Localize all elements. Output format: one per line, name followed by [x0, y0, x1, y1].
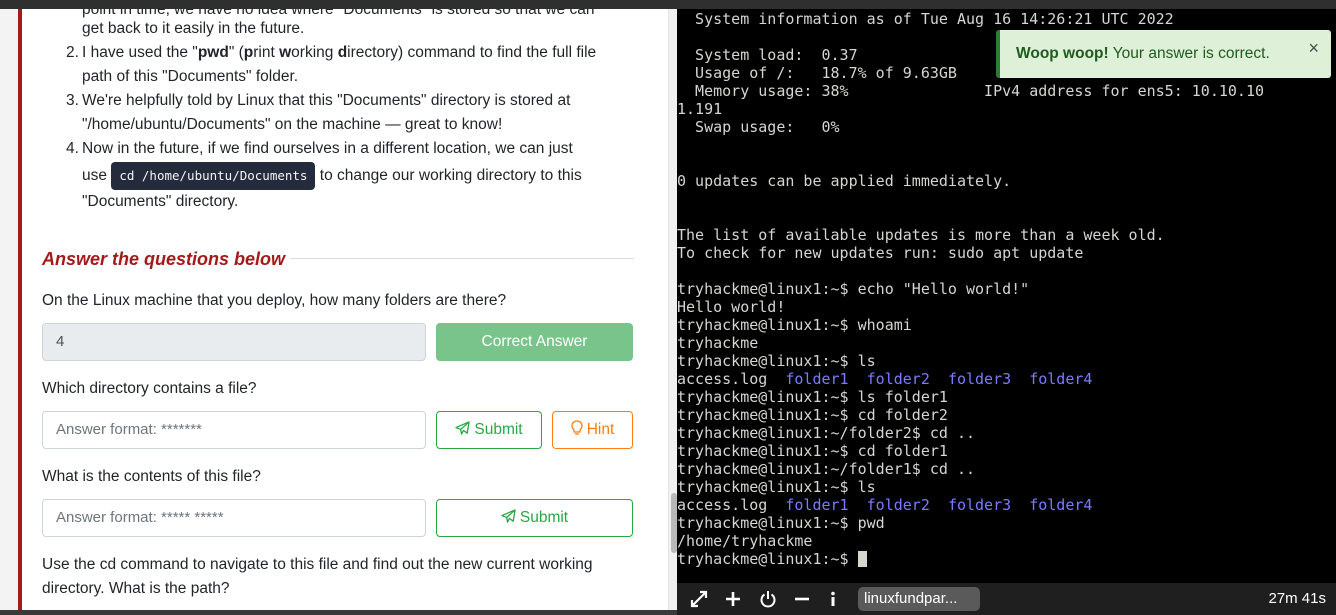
- terminal-line: tryhackme@linux1:~$ echo "Hello world!": [677, 280, 1030, 298]
- terminal-line: System information as of Tue Aug 16 14:2…: [677, 10, 1174, 28]
- answer-3-input[interactable]: Answer format: ***** *****: [42, 499, 426, 537]
- question-1: On the Linux machine that you deploy, ho…: [42, 292, 507, 309]
- ls-folder-entry: folder1: [785, 496, 867, 514]
- terminal-line: tryhackme@linux1:~$ cd folder1: [677, 442, 948, 460]
- terminal-line: tryhackme@linux1:~$ ls: [677, 352, 876, 370]
- step2-number: 2.: [66, 44, 79, 61]
- step3-line2: "/home/ubuntu/Documents" on the machine …: [82, 116, 503, 133]
- terminal-line: System load: 0.37: [677, 46, 858, 64]
- step3-number: 3.: [66, 92, 79, 109]
- ls-file-entry: access.log: [677, 370, 786, 388]
- toast-bold-text: Woop woop!: [1016, 45, 1109, 62]
- step2-line1: I have used the "pwd" (print working dir…: [82, 44, 597, 61]
- step2-line2: path of this "Documents" folder.: [82, 68, 299, 85]
- hint-button[interactable]: Hint: [552, 411, 633, 449]
- step4-line3: "Documents" directory.: [82, 193, 239, 210]
- ls-folder-entry: folder1: [785, 370, 867, 388]
- question-3: What is the contents of this file?: [42, 468, 261, 485]
- terminal-line: To check for new updates run: sudo apt u…: [677, 244, 1084, 262]
- paper-plane-icon: [501, 509, 516, 523]
- terminal-line: /home/tryhackme: [677, 532, 813, 550]
- page-bottom-edge: [0, 610, 677, 615]
- lightbulb-icon: [571, 420, 583, 435]
- terminal-line: tryhackme@linux1:~/folder2$ cd ..: [677, 424, 976, 442]
- terminal-line: Hello world!: [677, 298, 786, 316]
- heading-divider: [290, 258, 634, 259]
- terminal-window[interactable]: System information as of Tue Aug 16 14:2…: [677, 9, 1336, 583]
- toast-message: Your answer is correct.: [1108, 45, 1270, 62]
- session-timer: 27m 41s: [1268, 590, 1326, 607]
- question-4-line2: directory. What is the path?: [42, 580, 230, 597]
- submit-3-button[interactable]: Submit: [436, 499, 633, 537]
- ls-folder-entry: folder2: [866, 370, 948, 388]
- power-icon[interactable]: [758, 589, 778, 609]
- terminal-line: access.log folder1 folder2 folder3 folde…: [677, 370, 1092, 388]
- terminal-line: tryhackme@linux1:~/folder1$ cd ..: [677, 460, 976, 478]
- success-toast: Woop woop! Your answer is correct. ×: [996, 30, 1331, 78]
- close-icon[interactable]: ×: [1308, 30, 1319, 66]
- panel-gutter: [0, 9, 18, 610]
- ls-folder-entry: folder4: [1029, 370, 1093, 388]
- terminal-line: 1.191: [677, 100, 723, 118]
- terminal-line: Swap usage: 0%: [677, 118, 840, 136]
- browser-top-strip: [0, 0, 1336, 9]
- terminal-line: Usage of /: 18.7% of 9.63GB: [677, 64, 957, 82]
- ls-folder-entry: folder3: [947, 370, 1030, 388]
- question-4-line1: Use the cd command to navigate to this f…: [42, 556, 593, 573]
- task-content: point in time, we have no idea where "Do…: [42, 9, 634, 610]
- minus-icon[interactable]: [792, 589, 812, 609]
- machine-tab[interactable]: linuxfundpar...: [858, 587, 980, 611]
- ls-file-entry: access.log: [677, 496, 786, 514]
- ls-folder-entry: folder3: [947, 496, 1030, 514]
- terminal-line: tryhackme@linux1:~$ ls: [677, 478, 876, 496]
- terminal-line: tryhackme: [677, 334, 759, 352]
- step4-line2: use cd /home/ubuntu/Documents to change …: [82, 162, 582, 190]
- plus-icon[interactable]: [723, 589, 743, 609]
- expand-icon[interactable]: [689, 589, 709, 609]
- terminal-line: tryhackme@linux1:~$: [677, 550, 867, 568]
- question-2: Which directory contains a file?: [42, 380, 257, 397]
- terminal-cursor: [857, 551, 867, 567]
- terminal-line: tryhackme@linux1:~$ cd folder2: [677, 406, 948, 424]
- step4-line1: Now in the future, if we find ourselves …: [82, 140, 573, 157]
- code-snippet: cd /home/ubuntu/Documents: [111, 162, 316, 190]
- answer-2-input[interactable]: Answer format: *******: [42, 411, 426, 449]
- terminal-line: The list of available updates is more th…: [677, 226, 1165, 244]
- step1-tail: get back to it easily in the future.: [82, 20, 305, 37]
- terminal-line: tryhackme@linux1:~$ pwd: [677, 514, 885, 532]
- machine-toolbar: linuxfundpar... 27m 41s: [677, 583, 1336, 615]
- submit-2-button[interactable]: Submit: [436, 411, 542, 449]
- answer-questions-heading: Answer the questions below: [42, 249, 286, 269]
- terminal-line: 0 updates can be applied immediately.: [677, 172, 1012, 190]
- step3-line1: We're helpfully told by Linux that this …: [82, 92, 571, 109]
- step4-number: 4.: [66, 140, 79, 157]
- task-panel: point in time, we have no idea where "Do…: [0, 9, 668, 610]
- terminal-line: access.log folder1 folder2 folder3 folde…: [677, 496, 1092, 514]
- terminal-line: Memory usage: 38% IPv4 address for ens5:…: [677, 82, 1264, 100]
- correct-answer-button[interactable]: Correct Answer: [436, 323, 633, 361]
- answer-1-field[interactable]: 4: [42, 323, 426, 361]
- info-icon[interactable]: [823, 589, 843, 609]
- task-accent-bar: [18, 9, 22, 610]
- ls-folder-entry: folder2: [866, 496, 948, 514]
- ls-folder-entry: folder4: [1029, 496, 1093, 514]
- paper-plane-icon: [455, 421, 471, 435]
- terminal-line: tryhackme@linux1:~$ whoami: [677, 316, 912, 334]
- terminal-line: tryhackme@linux1:~$ ls folder1: [677, 388, 948, 406]
